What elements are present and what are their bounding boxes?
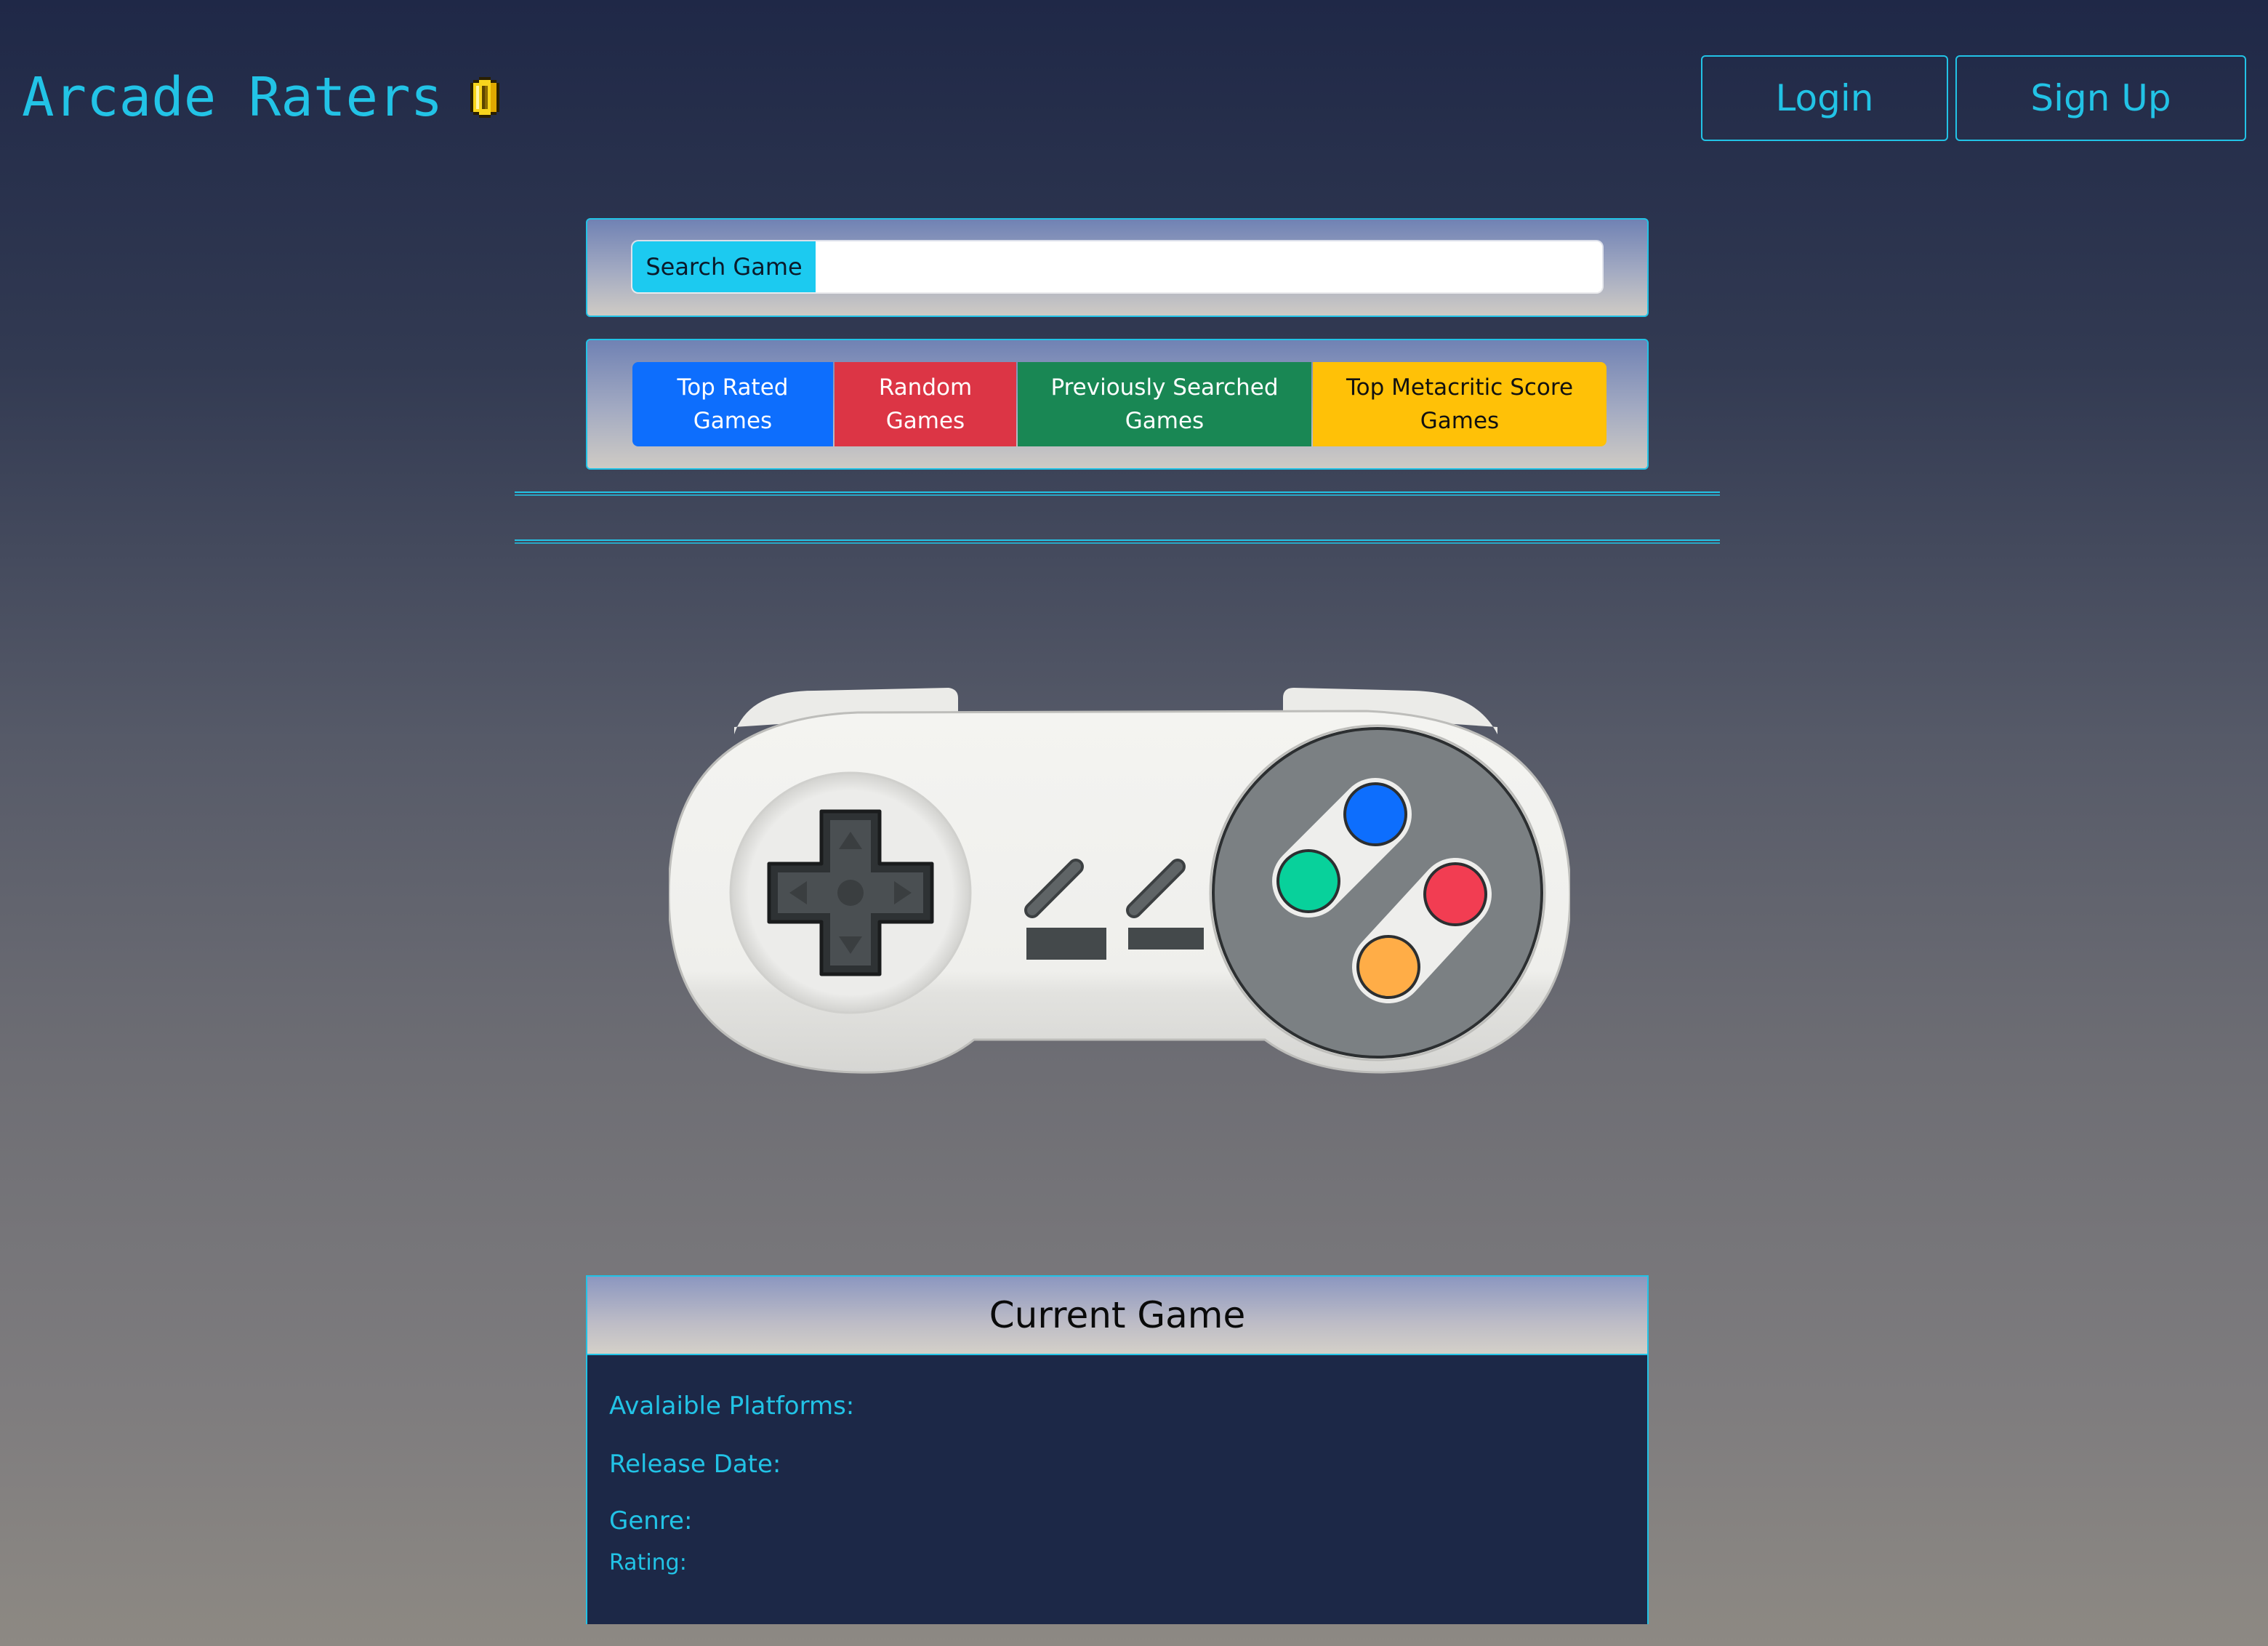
search-label: Search Game: [632, 241, 816, 292]
category-panel: Top Rated Games Random Games Previously …: [586, 339, 1649, 470]
category-button-group: Top Rated Games Random Games Previously …: [632, 362, 1606, 446]
genre-label: Genre:: [609, 1506, 693, 1535]
signup-button[interactable]: Sign Up: [1955, 55, 2246, 141]
coin-icon: [470, 77, 500, 118]
search-group: Search Game: [632, 241, 1602, 292]
game-controller-icon: [667, 676, 1572, 1083]
release-date-label: Release Date:: [609, 1450, 781, 1479]
divider: [515, 539, 1720, 544]
search-input[interactable]: [816, 241, 1602, 292]
site-title: Arcade Raters: [22, 66, 443, 129]
rating-label: Rating:: [609, 1550, 687, 1575]
search-panel: Search Game: [586, 218, 1649, 317]
platforms-label: Avalaible Platforms:: [609, 1392, 855, 1421]
top-metacritic-score-games-button[interactable]: Top Metacritic Score Games: [1313, 362, 1606, 446]
previously-searched-games-button[interactable]: Previously Searched Games: [1018, 362, 1311, 446]
login-button[interactable]: Login: [1701, 55, 1948, 141]
current-game-details: Avalaible Platforms: Release Date: Genre…: [587, 1355, 1647, 1624]
random-games-button[interactable]: Random Games: [835, 362, 1016, 446]
top-rated-games-button[interactable]: Top Rated Games: [632, 362, 833, 446]
brand: Arcade Raters: [22, 61, 500, 134]
current-game-card: Current Game Avalaible Platforms: Releas…: [586, 1275, 1649, 1624]
divider: [515, 491, 1720, 496]
current-game-title: Current Game: [587, 1277, 1647, 1355]
